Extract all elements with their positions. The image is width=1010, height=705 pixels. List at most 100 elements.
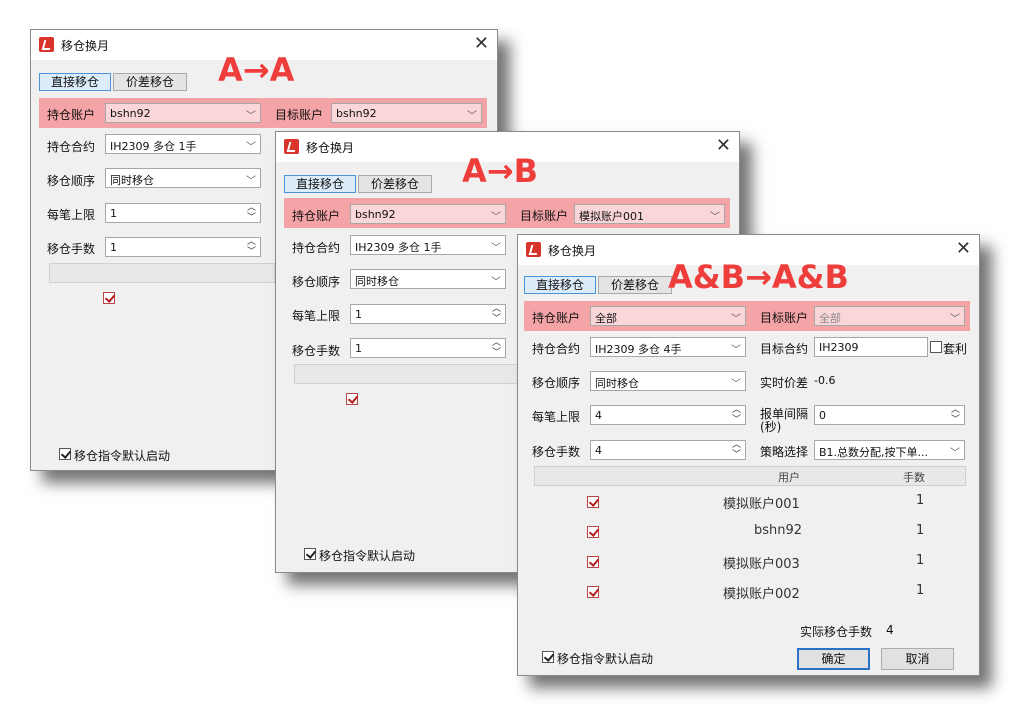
row-checkbox[interactable] [587, 496, 599, 508]
default-start-label: 移仓指令默认启动 [74, 449, 171, 463]
actual-qty-label: 实际移仓手数 [800, 625, 873, 639]
hold-account-label: 持仓账户 [292, 209, 341, 223]
annotation-a-to-a: A→A [218, 51, 295, 89]
close-icon[interactable]: ✕ [716, 135, 731, 157]
row-checkbox[interactable] [346, 393, 358, 405]
spinner-arrows-icon[interactable]: ︿ ﹀ [247, 237, 256, 257]
tab-direct-move[interactable]: 直接移仓 [39, 73, 111, 91]
chevron-down-icon: ﹀ [246, 142, 256, 153]
max-label: 每笔上限 [292, 309, 341, 323]
chevron-down-icon: ﹀ [491, 212, 501, 223]
qty-label: 移仓手数 [532, 445, 581, 459]
row-user: bshn92 [754, 523, 803, 538]
row-user: 模拟账户003 [723, 557, 800, 572]
default-start-label: 移仓指令默认启动 [319, 549, 416, 563]
contract-select[interactable]: IH2309 多仓 4手 ﹀ [590, 337, 746, 357]
target-account-label: 目标账户 [760, 311, 809, 325]
row-user: 模拟账户001 [723, 497, 800, 512]
annotation-ab-to-ab: A&B→A&B [668, 258, 849, 296]
max-spinner[interactable]: 4 ︿ ﹀ [590, 405, 746, 425]
order-label: 移仓顺序 [532, 376, 581, 390]
column-lots: 手数 [903, 471, 925, 484]
window-title: 移仓换月 [61, 39, 110, 53]
chevron-down-icon: ﹀ [731, 379, 741, 390]
arbitrage-label: 套利 [943, 342, 968, 356]
row-checkbox[interactable] [103, 292, 115, 304]
close-icon[interactable]: ✕ [474, 33, 489, 55]
chevron-down-icon: ﹀ [491, 243, 501, 254]
target-contract-input[interactable]: IH2309 [814, 337, 928, 357]
max-label: 每笔上限 [532, 410, 581, 424]
hold-account-select[interactable]: bshn92 ﹀ [350, 204, 506, 224]
tab-spread-move[interactable]: 价差移仓 [358, 175, 432, 193]
spinner-arrows-icon[interactable]: ︿ ﹀ [732, 440, 741, 460]
app-icon [526, 242, 541, 257]
chevron-down-icon: ﹀ [710, 212, 720, 223]
row-lots: 1 [916, 523, 925, 538]
chevron-down-icon: ﹀ [950, 448, 960, 459]
target-account-label: 目标账户 [275, 108, 324, 122]
qty-label: 移仓手数 [47, 242, 96, 256]
contract-select[interactable]: IH2309 多仓 1手 ﹀ [350, 235, 506, 255]
default-start-checkbox[interactable] [542, 651, 554, 663]
default-start-checkbox[interactable] [59, 448, 71, 460]
target-contract-label: 目标合约 [760, 342, 809, 356]
spinner-arrows-icon[interactable]: ︿ ﹀ [732, 405, 741, 425]
qty-spinner[interactable]: 4 ︿ ﹀ [590, 440, 746, 460]
target-account-select[interactable]: 模拟账户001 ﹀ [574, 204, 725, 224]
accounts-table-header: 用户 手数 [534, 466, 966, 486]
arbitrage-checkbox[interactable] [930, 341, 942, 353]
order-select[interactable]: 同时移仓 ﹀ [350, 269, 506, 289]
row-checkbox[interactable] [587, 556, 599, 568]
spinner-arrows-icon[interactable]: ︿ ﹀ [492, 304, 501, 324]
max-spinner[interactable]: 1 ︿ ﹀ [105, 203, 261, 223]
tab-direct-move[interactable]: 直接移仓 [284, 175, 356, 193]
spinner-arrows-icon[interactable]: ︿ ﹀ [247, 203, 256, 223]
qty-spinner[interactable]: 1 ︿ ﹀ [105, 237, 261, 257]
app-icon [284, 139, 299, 154]
tab-spread-move[interactable]: 价差移仓 [113, 73, 187, 91]
target-account-select[interactable]: bshn92 ﹀ [331, 103, 482, 123]
qty-spinner[interactable]: 1 ︿ ﹀ [350, 338, 506, 358]
tab-spread-move[interactable]: 价差移仓 [598, 276, 672, 294]
contract-select[interactable]: IH2309 多仓 1手 ﹀ [105, 134, 261, 154]
spinner-arrows-icon[interactable]: ︿ ﹀ [951, 405, 960, 425]
contract-label: 持仓合约 [532, 342, 581, 356]
row-lots: 1 [916, 583, 925, 598]
chevron-down-icon: ﹀ [467, 111, 477, 122]
interval-spinner[interactable]: 0 ︿ ﹀ [814, 405, 965, 425]
window-title: 移仓换月 [306, 141, 355, 155]
default-start-label: 移仓指令默认启动 [557, 652, 654, 666]
chevron-down-icon: ﹀ [246, 176, 256, 187]
qty-label: 移仓手数 [292, 344, 341, 358]
chevron-down-icon: ﹀ [246, 111, 256, 122]
row-checkbox[interactable] [587, 526, 599, 538]
hold-account-select[interactable]: bshn92 ﹀ [105, 103, 261, 123]
default-start-checkbox[interactable] [304, 548, 316, 560]
target-account-select[interactable]: 全部 ﹀ [814, 306, 965, 326]
hold-account-label: 持仓账户 [47, 108, 96, 122]
hold-account-label: 持仓账户 [532, 311, 581, 325]
cancel-button[interactable]: 取消 [881, 648, 954, 670]
max-spinner[interactable]: 1 ︿ ﹀ [350, 304, 506, 324]
spread-label: 实时价差 [760, 376, 809, 390]
actual-qty-value: 4 [886, 623, 894, 637]
strategy-select[interactable]: B1.总数分配,按下单... ﹀ [814, 440, 965, 460]
hold-account-select[interactable]: 全部 ﹀ [590, 306, 746, 326]
column-user: 用户 [778, 471, 800, 484]
close-icon[interactable]: ✕ [956, 238, 971, 260]
annotation-a-to-b: A→B [462, 152, 538, 190]
ok-button[interactable]: 确定 [797, 648, 870, 670]
accounts-table-header [294, 364, 520, 384]
spinner-arrows-icon[interactable]: ︿ ﹀ [492, 338, 501, 358]
row-checkbox[interactable] [587, 586, 599, 598]
target-account-label: 目标账户 [520, 209, 569, 223]
tab-direct-move[interactable]: 直接移仓 [524, 276, 596, 294]
accounts-table-header [49, 263, 275, 283]
order-label: 移仓顺序 [47, 174, 96, 188]
chevron-down-icon: ﹀ [950, 314, 960, 325]
order-select[interactable]: 同时移仓 ﹀ [590, 371, 746, 391]
order-label: 移仓顺序 [292, 275, 341, 289]
spread-value: -0.6 [814, 374, 836, 387]
order-select[interactable]: 同时移仓 ﹀ [105, 168, 261, 188]
